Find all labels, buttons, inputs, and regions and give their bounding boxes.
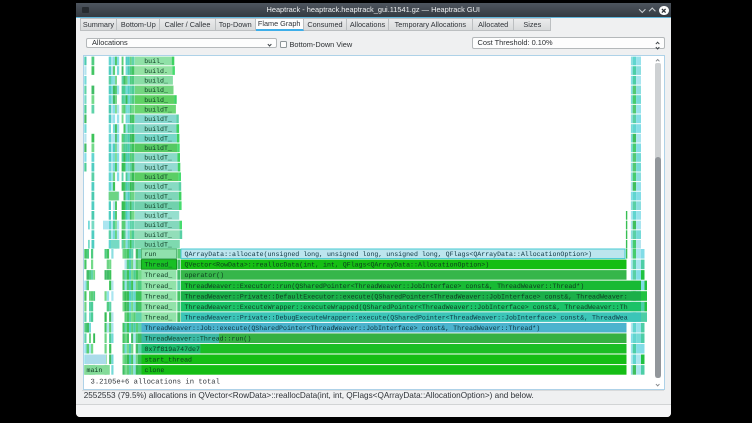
svg-text:buildT_: buildT_ — [144, 164, 172, 171]
svg-text:buildT_: buildT_ — [144, 106, 172, 113]
svg-text:3.2105e+6 allocations in total: 3.2105e+6 allocations in total — [91, 377, 220, 386]
svg-text:Thread_: Thread_ — [145, 262, 173, 269]
svg-text:build.: build. — [144, 68, 168, 75]
svg-text:Thread_: Thread_ — [145, 283, 173, 290]
svg-text:ThreadWeaver::Private::DebugEx: ThreadWeaver::Private::DebugExecuteWrapp… — [185, 314, 628, 321]
svg-text:buildT_: buildT_ — [144, 193, 172, 200]
svg-text:0x7f819a747de7: 0x7f819a747de7 — [145, 346, 200, 353]
svg-text:ThreadWeaver::Executor::run(QS: ThreadWeaver::Executor::run(QSharedPoint… — [185, 283, 585, 290]
svg-text:QVector<RowData>::reallocData(: QVector<RowData>::reallocData(int, int, … — [185, 262, 490, 269]
svg-text:build_: build_ — [144, 87, 168, 94]
svg-text:operator(): operator() — [185, 272, 225, 279]
svg-text:Thread_: Thread_ — [145, 314, 173, 321]
svg-text:buildT_: buildT_ — [144, 126, 172, 133]
svg-text:run: run — [145, 251, 157, 258]
svg-text:buildT_: buildT_ — [144, 232, 172, 239]
svg-text:buildT_: buildT_ — [144, 135, 172, 142]
svg-text:buildT_: buildT_ — [144, 145, 172, 152]
svg-text:Thread_: Thread_ — [145, 272, 173, 279]
svg-text:clone: clone — [145, 367, 165, 374]
svg-text:ThreadWeaver::ExecuteWrapper::: ThreadWeaver::ExecuteWrapper::executeWra… — [185, 304, 628, 311]
svg-text:buil_: buil_ — [144, 58, 164, 65]
svg-text:start_thread: start_thread — [145, 357, 193, 364]
svg-text:Thread_: Thread_ — [145, 304, 173, 311]
svg-text:buildT_: buildT_ — [144, 242, 172, 249]
svg-text:buildT_: buildT_ — [144, 184, 172, 191]
svg-text:buildT_: buildT_ — [144, 213, 172, 220]
svg-text:buildT_: buildT_ — [144, 222, 172, 229]
svg-text:QArrayData::allocate(unsigned: QArrayData::allocate(unsigned long, unsi… — [185, 251, 593, 258]
svg-text:Thread_: Thread_ — [145, 293, 173, 300]
svg-text:build_: build_ — [144, 97, 168, 104]
svg-text:buildT_: buildT_ — [144, 116, 172, 123]
svg-text:buildT_: buildT_ — [144, 203, 172, 210]
svg-text:ThreadWeaver::Job::execute(QSh: ThreadWeaver::Job::execute(QSharedPointe… — [145, 325, 541, 332]
svg-text:ThreadWeaver::Private::Default: ThreadWeaver::Private::DefaultExecutor::… — [185, 293, 628, 300]
svg-text:buildT_: buildT_ — [144, 155, 172, 162]
svg-text:main: main — [87, 367, 103, 374]
svg-text:buildT_: buildT_ — [144, 174, 172, 181]
svg-text:build_: build_ — [144, 78, 168, 85]
svg-text:ThreadWeaver::Thread::run(): ThreadWeaver::Thread::run() — [145, 336, 252, 343]
